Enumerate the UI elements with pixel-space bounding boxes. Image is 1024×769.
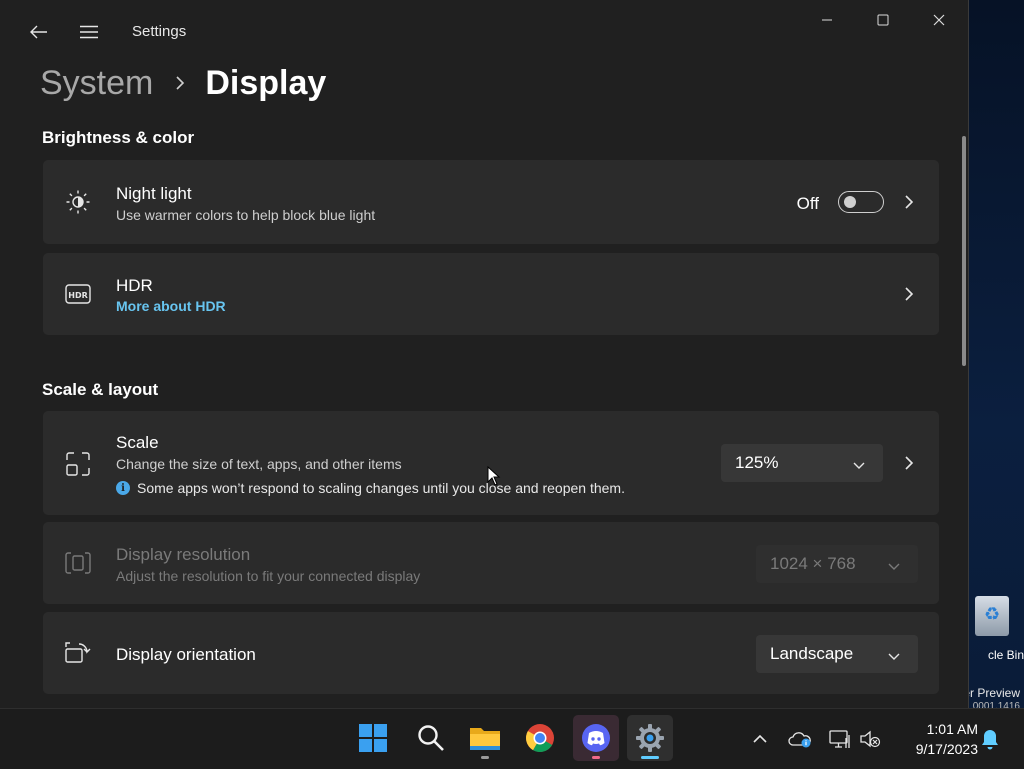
- section-heading-scale-layout: Scale & layout: [42, 380, 159, 399]
- display-orientation-dropdown[interactable]: Landscape: [756, 635, 918, 673]
- settings-window: Settings System Display Brightness & col…: [0, 0, 969, 708]
- night-light-icon: [65, 189, 91, 215]
- start-button[interactable]: [350, 715, 396, 761]
- hdr-card[interactable]: HDR HDR More about HDR: [43, 253, 939, 335]
- scale-dropdown[interactable]: 125%: [721, 444, 883, 482]
- chevron-right-icon: [901, 286, 917, 302]
- breadcrumb: System Display: [40, 58, 326, 108]
- volume-status[interactable]: [858, 727, 882, 751]
- discord-button[interactable]: [573, 715, 619, 761]
- clock-time: 1:01 AM: [926, 721, 978, 737]
- display-orientation-icon: [65, 640, 91, 666]
- scrollbar-thumb[interactable]: [962, 136, 966, 366]
- back-arrow-icon: [30, 25, 47, 39]
- display-resolution-subtitle: Adjust the resolution to fit your connec…: [116, 568, 421, 584]
- scale-info-text: Some apps won’t respond to scaling chang…: [137, 480, 625, 496]
- chevron-down-icon: [888, 557, 900, 577]
- mouse-cursor-icon: [487, 466, 501, 486]
- night-light-title: Night light: [116, 184, 192, 203]
- chevron-right-icon: [901, 455, 917, 471]
- discord-icon: [582, 724, 610, 752]
- more-about-hdr-link[interactable]: More about HDR: [116, 298, 226, 314]
- night-light-subtitle: Use warmer colors to help block blue lig…: [116, 207, 376, 223]
- speaker-muted-icon: [860, 730, 881, 748]
- taskbar: 1:01 AM 9/17/2023: [0, 708, 1024, 769]
- gear-icon: [636, 724, 664, 752]
- svg-text:HDR: HDR: [68, 291, 88, 300]
- toggle-knob: [844, 196, 856, 208]
- display-orientation-title: Display orientation: [116, 645, 256, 664]
- taskbar-clock[interactable]: 1:01 AM 9/17/2023: [892, 719, 978, 759]
- scale-icon: [65, 451, 91, 477]
- folder-icon: [470, 728, 500, 750]
- scale-info-message: i Some apps won’t respond to scaling cha…: [116, 480, 625, 496]
- hamburger-icon: [80, 25, 98, 39]
- file-explorer-button[interactable]: [462, 715, 508, 761]
- breadcrumb-chevron-icon: [175, 76, 185, 90]
- display-resolution-value: 1024 × 768: [770, 554, 856, 573]
- night-light-toggle[interactable]: [838, 191, 884, 213]
- network-status[interactable]: [828, 727, 852, 751]
- scale-title: Scale: [116, 433, 159, 452]
- chevron-up-icon: [753, 734, 767, 743]
- scale-dropdown-value: 125%: [735, 453, 779, 472]
- section-heading-brightness: Brightness & color: [42, 128, 195, 147]
- chrome-button[interactable]: [517, 715, 563, 761]
- hdr-icon: HDR: [65, 281, 91, 307]
- chrome-icon: [526, 724, 554, 752]
- chevron-down-icon: [888, 647, 900, 667]
- running-indicator: [592, 756, 600, 759]
- cloud-info-icon: [788, 732, 811, 748]
- active-indicator: [641, 756, 659, 759]
- display-resolution-card: Display resolution Adjust the resolution…: [43, 522, 939, 604]
- onedrive-status[interactable]: [788, 727, 812, 751]
- chevron-right-icon: [901, 194, 917, 210]
- scale-card[interactable]: Scale Change the size of text, apps, and…: [43, 411, 939, 515]
- minimize-icon: [822, 19, 832, 21]
- app-title: Settings: [132, 23, 187, 40]
- recycle-bin-icon: [975, 596, 1009, 636]
- breadcrumb-system-link[interactable]: System: [40, 64, 153, 103]
- maximize-icon: [877, 14, 889, 26]
- night-light-card[interactable]: Night light Use warmer colors to help bl…: [43, 160, 939, 244]
- recycle-bin-label: cle Bin: [987, 648, 1024, 662]
- display-resolution-title: Display resolution: [116, 545, 251, 564]
- minimize-button[interactable]: [798, 4, 856, 36]
- notifications-button[interactable]: [978, 727, 1002, 751]
- close-icon: [933, 14, 945, 26]
- close-button[interactable]: [910, 4, 968, 36]
- running-indicator: [481, 756, 489, 759]
- display-orientation-card[interactable]: Display orientation Landscape: [43, 612, 939, 694]
- search-icon: [418, 725, 444, 751]
- clock-date: 9/17/2023: [915, 741, 978, 757]
- network-icon: [829, 730, 850, 748]
- chevron-down-icon: [853, 456, 865, 476]
- display-resolution-icon: [65, 550, 91, 576]
- back-button[interactable]: [22, 18, 56, 46]
- info-icon: i: [116, 481, 130, 495]
- show-hidden-icons-button[interactable]: [748, 727, 772, 751]
- maximize-button[interactable]: [854, 4, 912, 36]
- settings-taskbar-button[interactable]: [627, 715, 673, 761]
- recycle-bin-shortcut[interactable]: cle Bin: [960, 596, 1024, 662]
- hdr-title: HDR: [116, 276, 153, 295]
- search-button[interactable]: [408, 715, 454, 761]
- title-bar: Settings: [0, 0, 968, 62]
- navigation-menu-button[interactable]: [72, 18, 106, 46]
- page-title: Display: [205, 63, 327, 102]
- display-orientation-value: Landscape: [770, 644, 854, 663]
- windows-logo-icon: [359, 724, 387, 752]
- display-resolution-dropdown: 1024 × 768: [756, 545, 918, 583]
- night-light-state-label: Off: [796, 194, 819, 213]
- watermark-line-1: er Preview: [963, 686, 1020, 700]
- scale-subtitle: Change the size of text, apps, and other…: [116, 456, 402, 472]
- bell-icon: [982, 730, 998, 750]
